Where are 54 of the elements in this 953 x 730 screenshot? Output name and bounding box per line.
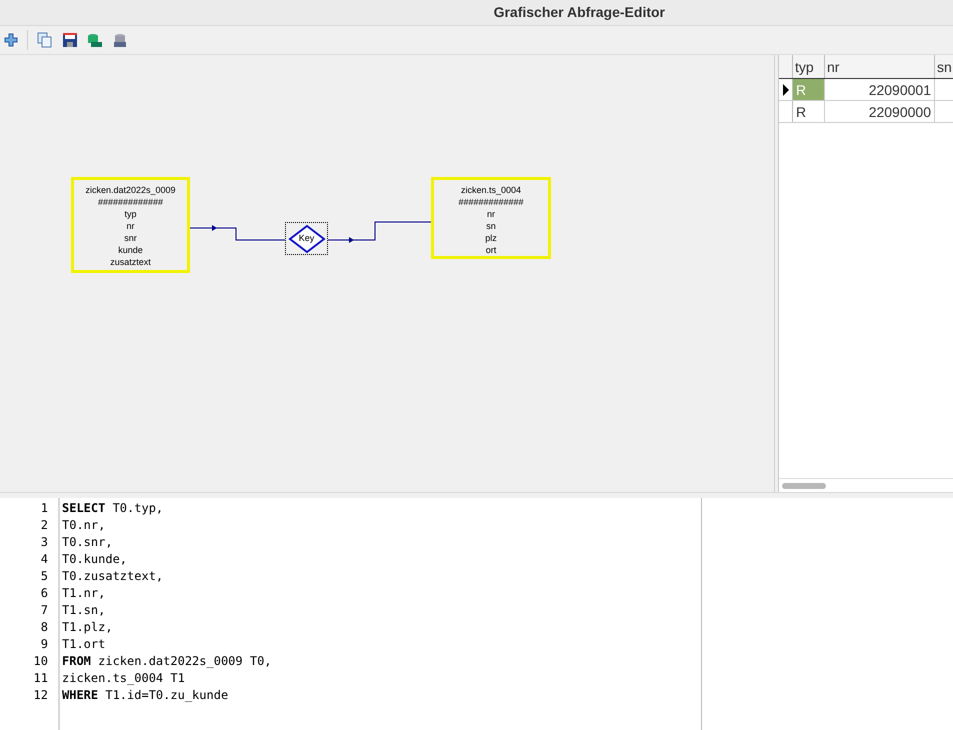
table-cell-text: R (795, 81, 808, 100)
line-number: 2 (40, 517, 48, 534)
code-line: T1.ort (62, 636, 106, 653)
field-name: kunde (118, 244, 143, 256)
field-name: nr (126, 220, 134, 232)
column-header[interactable]: typ (793, 55, 825, 78)
code-line: zicken.ts_0004 T1 (62, 670, 186, 687)
code-line: WHERE T1.id=T0.zu_kunde (62, 687, 230, 704)
line-number: 8 (40, 619, 48, 636)
line-number: 4 (40, 551, 48, 568)
join-label: Key (298, 232, 314, 245)
code-line: T1.plz, (62, 619, 114, 636)
save-icon[interactable] (62, 32, 78, 48)
separator-text: ############# (98, 196, 164, 208)
scrollbar-thumb[interactable] (782, 482, 826, 488)
field-name: plz (485, 232, 497, 244)
table-node[interactable]: zicken.dat2022s_0009 ############# typ nr snr kunde zusatztext (71, 177, 190, 273)
field-name: snr (124, 232, 137, 244)
table-name: zicken.ts_0004 (460, 184, 522, 196)
line-number: 6 (40, 585, 48, 602)
line-number: 10 (34, 653, 48, 670)
line-number: 3 (40, 534, 48, 551)
field-name: typ (124, 208, 136, 220)
line-number: 1 (40, 500, 48, 517)
table-name: zicken.dat2022s_0009 (85, 184, 176, 196)
table-cell-text: R (795, 103, 808, 122)
sql-editor[interactable]: SELECT T0.typ, T0.nr, T0.snr, T0.kunde, T0.zusatztext, T1.nr, T1.sn, T1.plz, T1.ort FROM zicken.dat2022s_0009 T0, zicken.ts_0004 T1 WHERE T1.id=T0.zu_kunde (60, 498, 702, 730)
code-line: T0.kunde, (62, 551, 128, 568)
table-cell-text: 22090000 (868, 103, 932, 122)
code-line: T0.zusatztext, (62, 568, 164, 585)
line-number: 7 (40, 602, 48, 619)
field-name: sn (486, 220, 496, 232)
field-name: nr (486, 208, 495, 220)
line-number: 5 (40, 568, 48, 585)
column-header[interactable]: nr (825, 55, 935, 78)
join-node[interactable]: Key (285, 222, 328, 255)
code-line: T0.nr, (62, 517, 106, 534)
code-line: SELECT T0.typ, (62, 500, 164, 517)
field-name: zusatztext (110, 256, 151, 268)
separator-text: ############# (458, 196, 524, 208)
copy-icon[interactable] (37, 32, 53, 48)
code-line: T0.snr, (62, 534, 114, 551)
table-cell-text: 22090001 (868, 81, 932, 100)
window-title: Grafischer Abfrage-Editor (494, 3, 665, 22)
table-node[interactable]: zicken.ts_0004 ############# nr sn plz ort (431, 177, 551, 259)
field-name: ort (486, 244, 496, 256)
line-number: 11 (34, 670, 48, 687)
code-line: FROM zicken.dat2022s_0009 T0, (62, 653, 273, 670)
line-number: 9 (40, 636, 48, 653)
line-number: 12 (34, 687, 48, 704)
code-line: T1.nr, (62, 585, 106, 602)
column-header[interactable]: sn (935, 55, 953, 78)
add-icon[interactable] (4, 33, 18, 47)
code-line: T1.sn, (62, 602, 106, 619)
